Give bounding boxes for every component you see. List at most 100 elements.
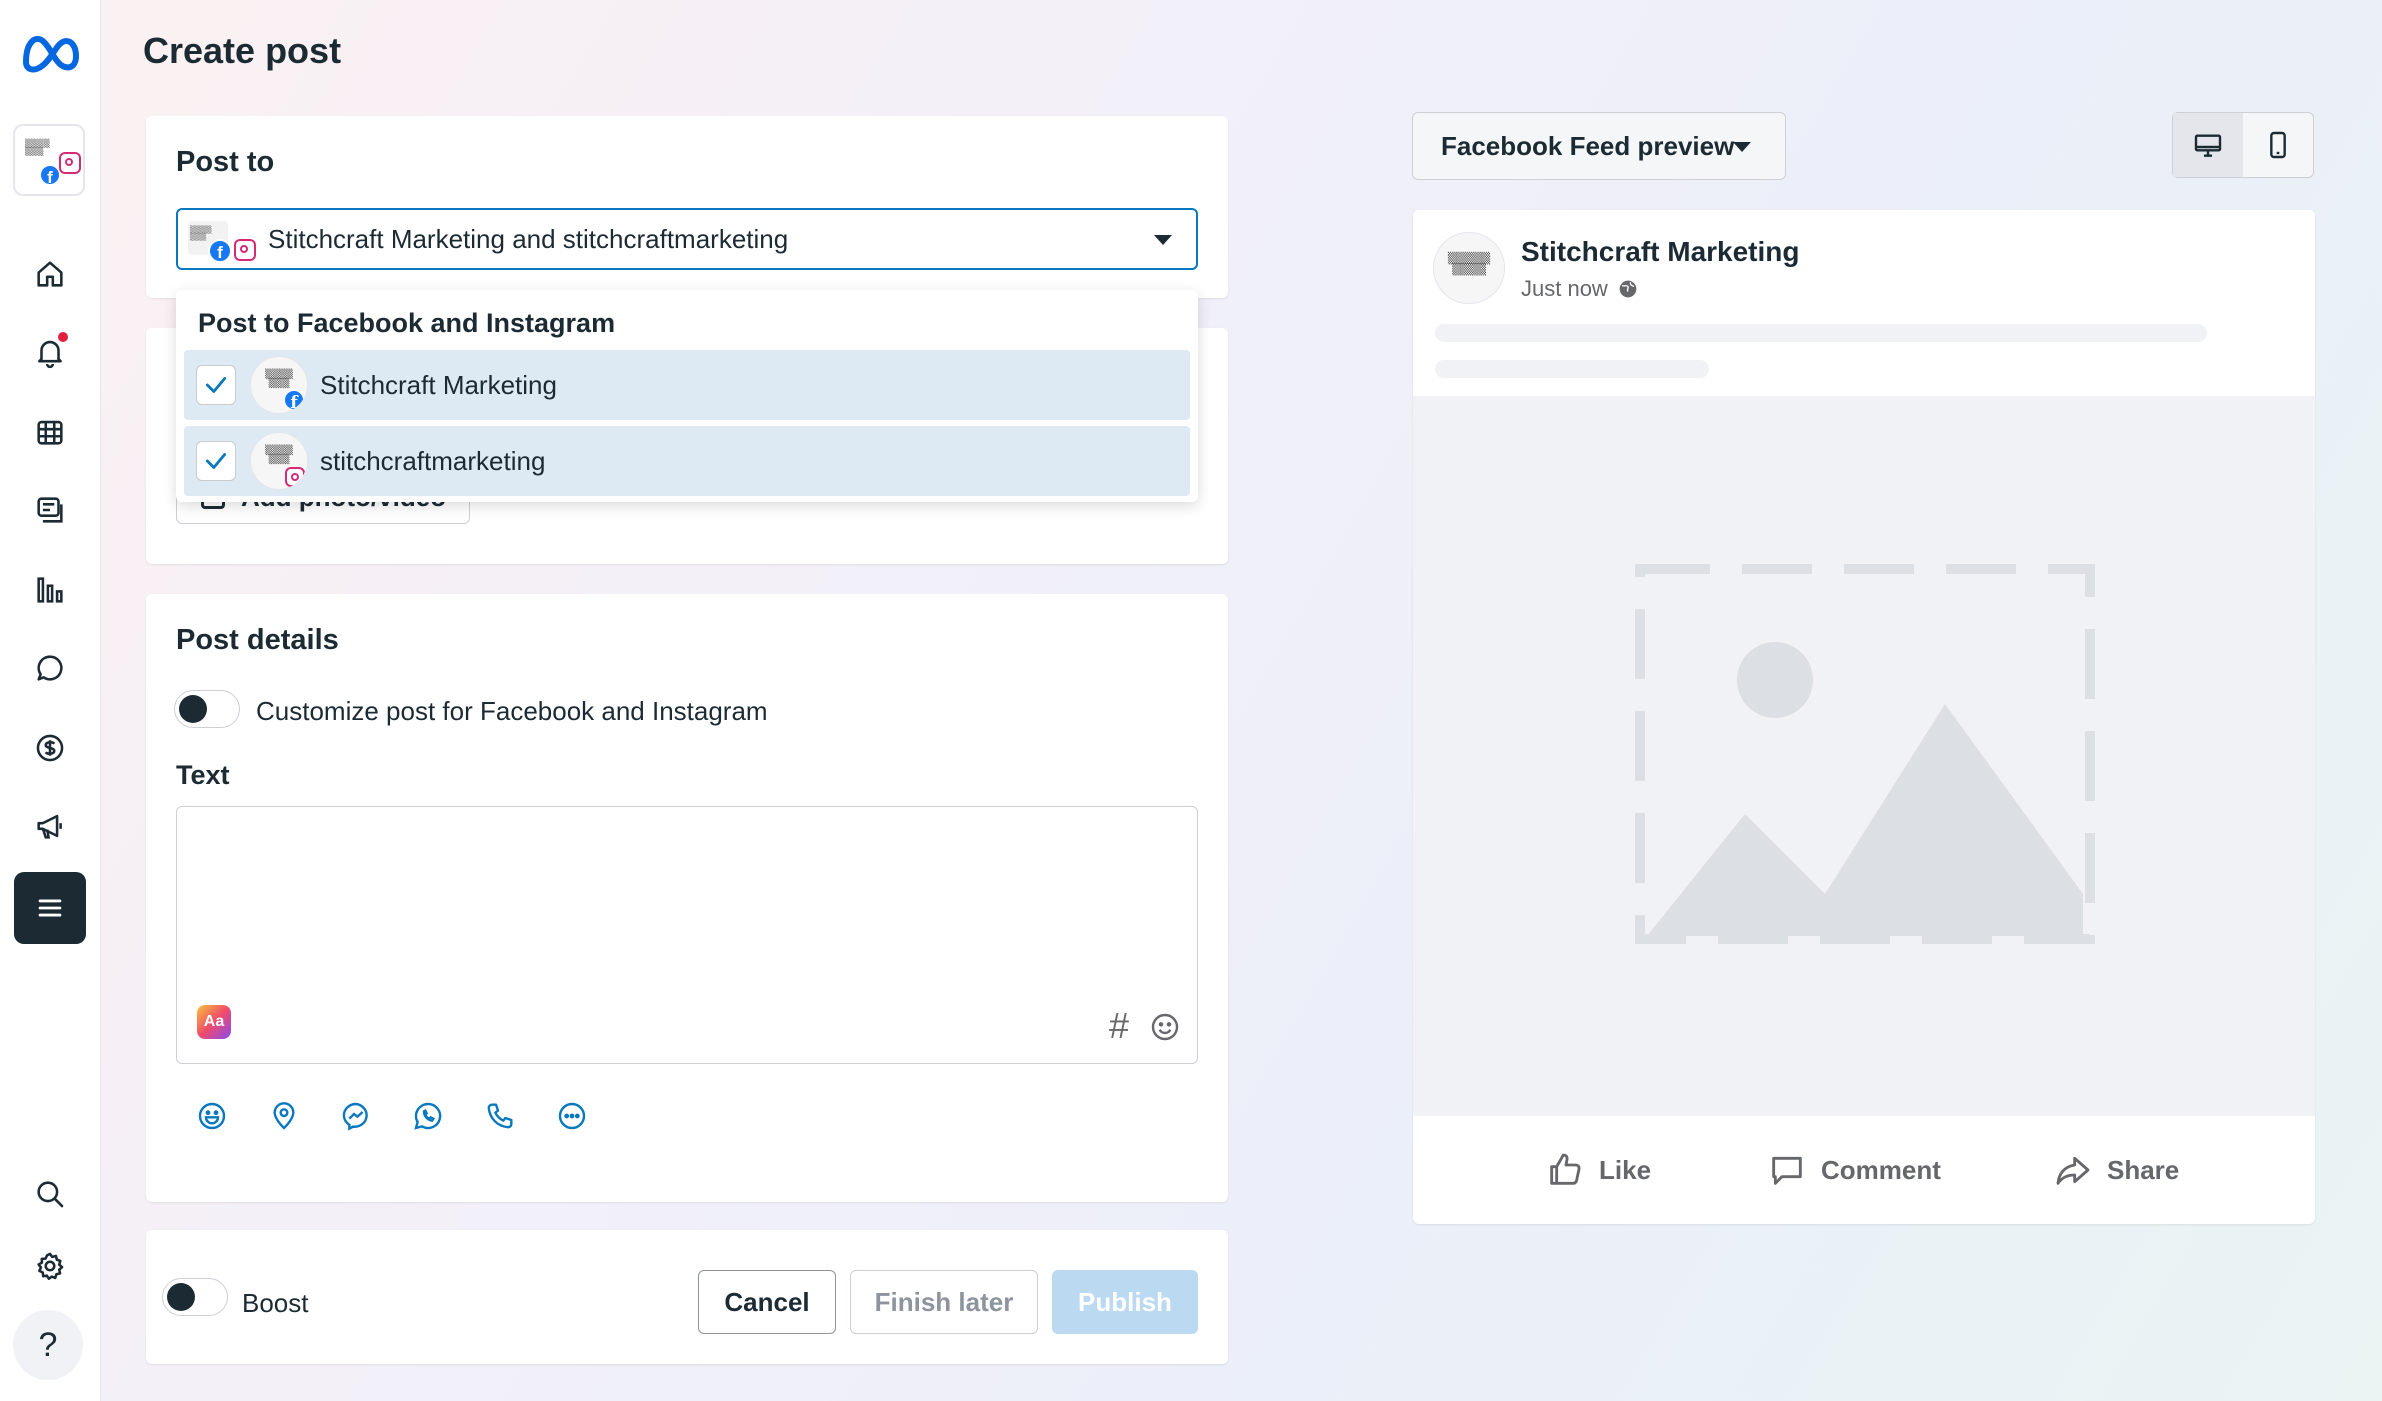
comment-icon <box>1772 1156 1802 1185</box>
meta-logo-icon[interactable] <box>18 28 84 78</box>
megaphone-icon <box>37 814 62 839</box>
checkbox-facebook[interactable] <box>196 365 236 405</box>
page-avatar-small: ▒▒▒▒ ▒▒▒ f <box>250 356 308 414</box>
home-icon <box>37 261 63 287</box>
like-button[interactable]: Like <box>1545 1140 1651 1200</box>
finish-later-label: Finish later <box>874 1286 1014 1317</box>
sidebar-item-inbox[interactable] <box>14 632 86 704</box>
dropdown-option-label: stitchcraftmarketing <box>320 445 546 476</box>
dropdown-header: Post to Facebook and Instagram <box>198 308 616 338</box>
sidebar-item-insights[interactable] <box>14 554 86 626</box>
customize-toggle[interactable] <box>174 690 240 728</box>
chart-icon <box>37 577 63 603</box>
facebook-badge-icon: f <box>39 164 61 187</box>
text-format-icon[interactable]: Aa <box>197 1005 231 1039</box>
check-icon <box>205 453 227 469</box>
check-icon <box>205 377 227 393</box>
chat-icon <box>37 655 63 681</box>
like-label: Like <box>1599 1154 1652 1185</box>
facebook-badge-icon: f <box>208 239 232 263</box>
toggle-knob <box>179 695 207 723</box>
comment-label: Comment <box>1821 1154 1941 1185</box>
publish-label: Publish <box>1078 1286 1172 1317</box>
more-options-button[interactable] <box>554 1098 590 1134</box>
facebook-feed-preview: ▒▒▒▒▒ ▒▒▒▒ Stitchcraft Marketing Just now… <box>1413 210 2315 1224</box>
messenger-icon <box>342 1102 368 1131</box>
dropdown-option-instagram[interactable]: ▒▒▒▒ ▒▒▒ stitchcraftmarketing <box>184 426 1190 496</box>
post-details-card: Post details Customize post for Facebook… <box>146 594 1228 1202</box>
instagram-badge-icon <box>285 467 305 487</box>
post-details-title: Post details <box>176 624 339 656</box>
preview-page-avatar: ▒▒▒▒▒ ▒▒▒▒ <box>1433 232 1505 304</box>
whatsapp-button[interactable] <box>410 1098 446 1134</box>
help-button[interactable]: ? <box>13 1310 83 1380</box>
facebook-badge-icon: f <box>283 389 305 413</box>
dollar-icon <box>36 734 64 762</box>
comment-button[interactable]: Comment <box>1767 1140 1941 1200</box>
sidebar-item-monetization[interactable] <box>14 712 86 784</box>
location-button[interactable] <box>266 1098 302 1134</box>
sidebar-item-ads[interactable] <box>14 790 86 862</box>
publish-button[interactable]: Publish <box>1052 1270 1198 1334</box>
desktop-icon <box>2194 134 2222 157</box>
page-title: Create post <box>143 30 342 71</box>
whatsapp-icon <box>414 1102 442 1130</box>
page-avatar[interactable]: ▒▒▒▒ ▒▒▒ f <box>13 124 85 196</box>
sidebar-item-all-tools[interactable] <box>14 872 86 944</box>
customize-label: Customize post for Facebook and Instagra… <box>256 696 768 726</box>
instagram-badge-icon <box>234 239 256 261</box>
sidebar-item-content[interactable] <box>14 474 86 546</box>
account-stack-avatar: ▒▒▒▒ ▒▒▒ f <box>188 215 256 263</box>
search-icon <box>37 1181 64 1208</box>
checkbox-instagram[interactable] <box>196 441 236 481</box>
notification-dot <box>58 332 68 342</box>
boost-toggle[interactable] <box>162 1278 228 1316</box>
post-to-select[interactable]: ▒▒▒▒ ▒▒▒ f Stitchcraft Marketing and stit… <box>176 208 1198 270</box>
preview-page-name: Stitchcraft Marketing <box>1521 236 1800 267</box>
chevron-down-icon <box>1154 235 1172 245</box>
share-button[interactable]: Share <box>2053 1140 2179 1200</box>
toggle-knob <box>167 1283 195 1311</box>
posts-icon <box>37 497 63 523</box>
cancel-label: Cancel <box>724 1286 810 1317</box>
location-pin-icon <box>273 1102 295 1130</box>
share-label: Share <box>2107 1154 2180 1185</box>
feeling-activity-button[interactable] <box>194 1098 230 1134</box>
finish-later-button[interactable]: Finish later <box>850 1270 1038 1334</box>
globe-icon <box>1619 280 1637 298</box>
call-button[interactable] <box>482 1098 518 1134</box>
post-to-selected-value: Stitchcraft Marketing and stitchcraftmar… <box>268 223 789 254</box>
post-to-card: Post to ▒▒▒▒ ▒▒▒ f Stitchcraft Marketing … <box>146 116 1228 298</box>
preview-timestamp-text: Just now <box>1521 276 1608 301</box>
instagram-badge-icon <box>59 152 81 174</box>
image-placeholder-icon <box>1635 564 2095 944</box>
post-to-title: Post to <box>176 146 275 178</box>
desktop-preview-button[interactable] <box>2173 113 2243 177</box>
sidebar-item-calendar[interactable] <box>14 396 86 468</box>
gear-icon <box>37 1252 64 1281</box>
post-to-dropdown: Post to Facebook and Instagram ▒▒▒▒ ▒▒▒ f… <box>176 290 1198 502</box>
dropdown-option-label: Stitchcraft Marketing <box>320 369 557 400</box>
sidebar-item-home[interactable] <box>14 238 86 310</box>
sidebar-item-search[interactable] <box>14 1158 86 1230</box>
emoji-icon[interactable] <box>1149 1011 1181 1043</box>
cancel-button[interactable]: Cancel <box>698 1270 836 1334</box>
hashtag-icon[interactable]: # <box>1109 1005 1129 1047</box>
sidebar-item-notifications[interactable] <box>14 316 86 388</box>
post-text-input[interactable]: Aa # <box>176 806 1198 1064</box>
avatar-logo-scribble: ▒▒▒▒ ▒▒▒ <box>25 139 50 156</box>
text-skeleton-line <box>1435 360 1709 378</box>
device-toggle <box>2172 112 2314 178</box>
messenger-button[interactable] <box>338 1098 374 1134</box>
caret-down-icon <box>1733 142 1751 152</box>
boost-label: Boost <box>242 1288 309 1318</box>
feeling-icon <box>198 1102 226 1130</box>
mobile-preview-button[interactable] <box>2243 113 2313 177</box>
sidebar-item-settings[interactable] <box>14 1230 86 1302</box>
dropdown-option-facebook[interactable]: ▒▒▒▒ ▒▒▒ f Stitchcraft Marketing <box>184 350 1190 420</box>
footer-bar: Boost Cancel Finish later Publish <box>146 1230 1228 1364</box>
more-icon <box>558 1102 586 1130</box>
preview-type-select[interactable]: Facebook Feed preview <box>1412 112 1786 180</box>
text-label: Text <box>176 760 230 790</box>
phone-icon <box>487 1103 513 1129</box>
